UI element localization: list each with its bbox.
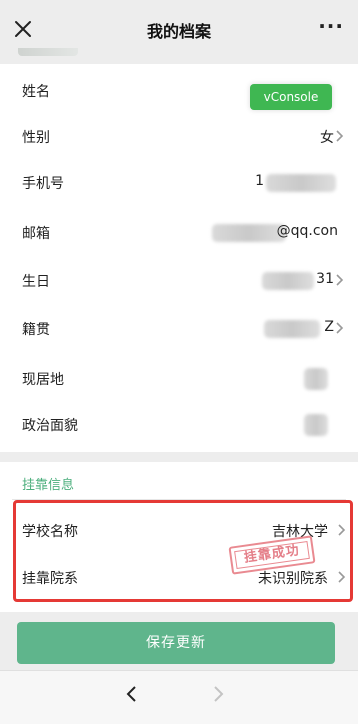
redacted-phone [266, 174, 336, 192]
row-phone[interactable]: 手机号 1 [0, 160, 358, 206]
redacted-birthday [262, 272, 314, 290]
profile-card: 姓名 vConsole 性别 女 手机号 1 邮箱 @qq.con 生日 31 … [0, 64, 358, 452]
row-label: 籍贯 [22, 322, 50, 338]
row-label: 现居地 [22, 372, 64, 388]
section-title: 挂靠信息 [22, 478, 75, 493]
chevron-right-icon [336, 322, 344, 334]
row-value: Z [324, 319, 334, 335]
row-name[interactable]: 姓名 vConsole [0, 68, 358, 114]
chevron-right-icon [336, 274, 344, 286]
more-icon[interactable]: ··· [318, 14, 344, 38]
row-gender[interactable]: 性别 女 [0, 114, 358, 160]
row-hometown[interactable]: 籍贯 Z [0, 306, 358, 352]
vconsole-button[interactable]: vConsole [250, 84, 332, 110]
redacted-political-status [304, 414, 328, 436]
row-value: 女 [320, 130, 334, 146]
row-birthday[interactable]: 生日 31 [0, 258, 358, 304]
save-button[interactable]: 保存更新 [17, 622, 335, 664]
row-label: 政治面貌 [22, 418, 78, 434]
row-label: 性别 [22, 130, 50, 146]
row-value: @qq.con [276, 223, 338, 239]
forward-arrow-icon[interactable] [208, 683, 228, 705]
bottom-nav-bar [0, 670, 358, 724]
redacted-hometown [264, 320, 320, 338]
scrolled-section-header [0, 48, 358, 64]
row-value: 31 [316, 271, 334, 287]
page-title: 我的档案 [146, 22, 211, 41]
redacted-email [212, 224, 286, 242]
row-label: 手机号 [22, 176, 64, 192]
back-arrow-icon[interactable] [122, 683, 142, 705]
row-label: 姓名 [22, 84, 50, 100]
chevron-right-icon [336, 130, 344, 142]
row-label: 邮箱 [22, 226, 50, 242]
row-email[interactable]: 邮箱 @qq.con [0, 210, 358, 256]
row-value: 1 [255, 173, 264, 189]
redacted-residence [304, 368, 328, 390]
row-label: 生日 [22, 274, 50, 290]
save-area: 保存更新 [0, 612, 358, 670]
row-political-status[interactable]: 政治面貌 [0, 402, 358, 448]
cut-off-section-title [18, 48, 78, 56]
row-residence[interactable]: 现居地 [0, 356, 358, 402]
